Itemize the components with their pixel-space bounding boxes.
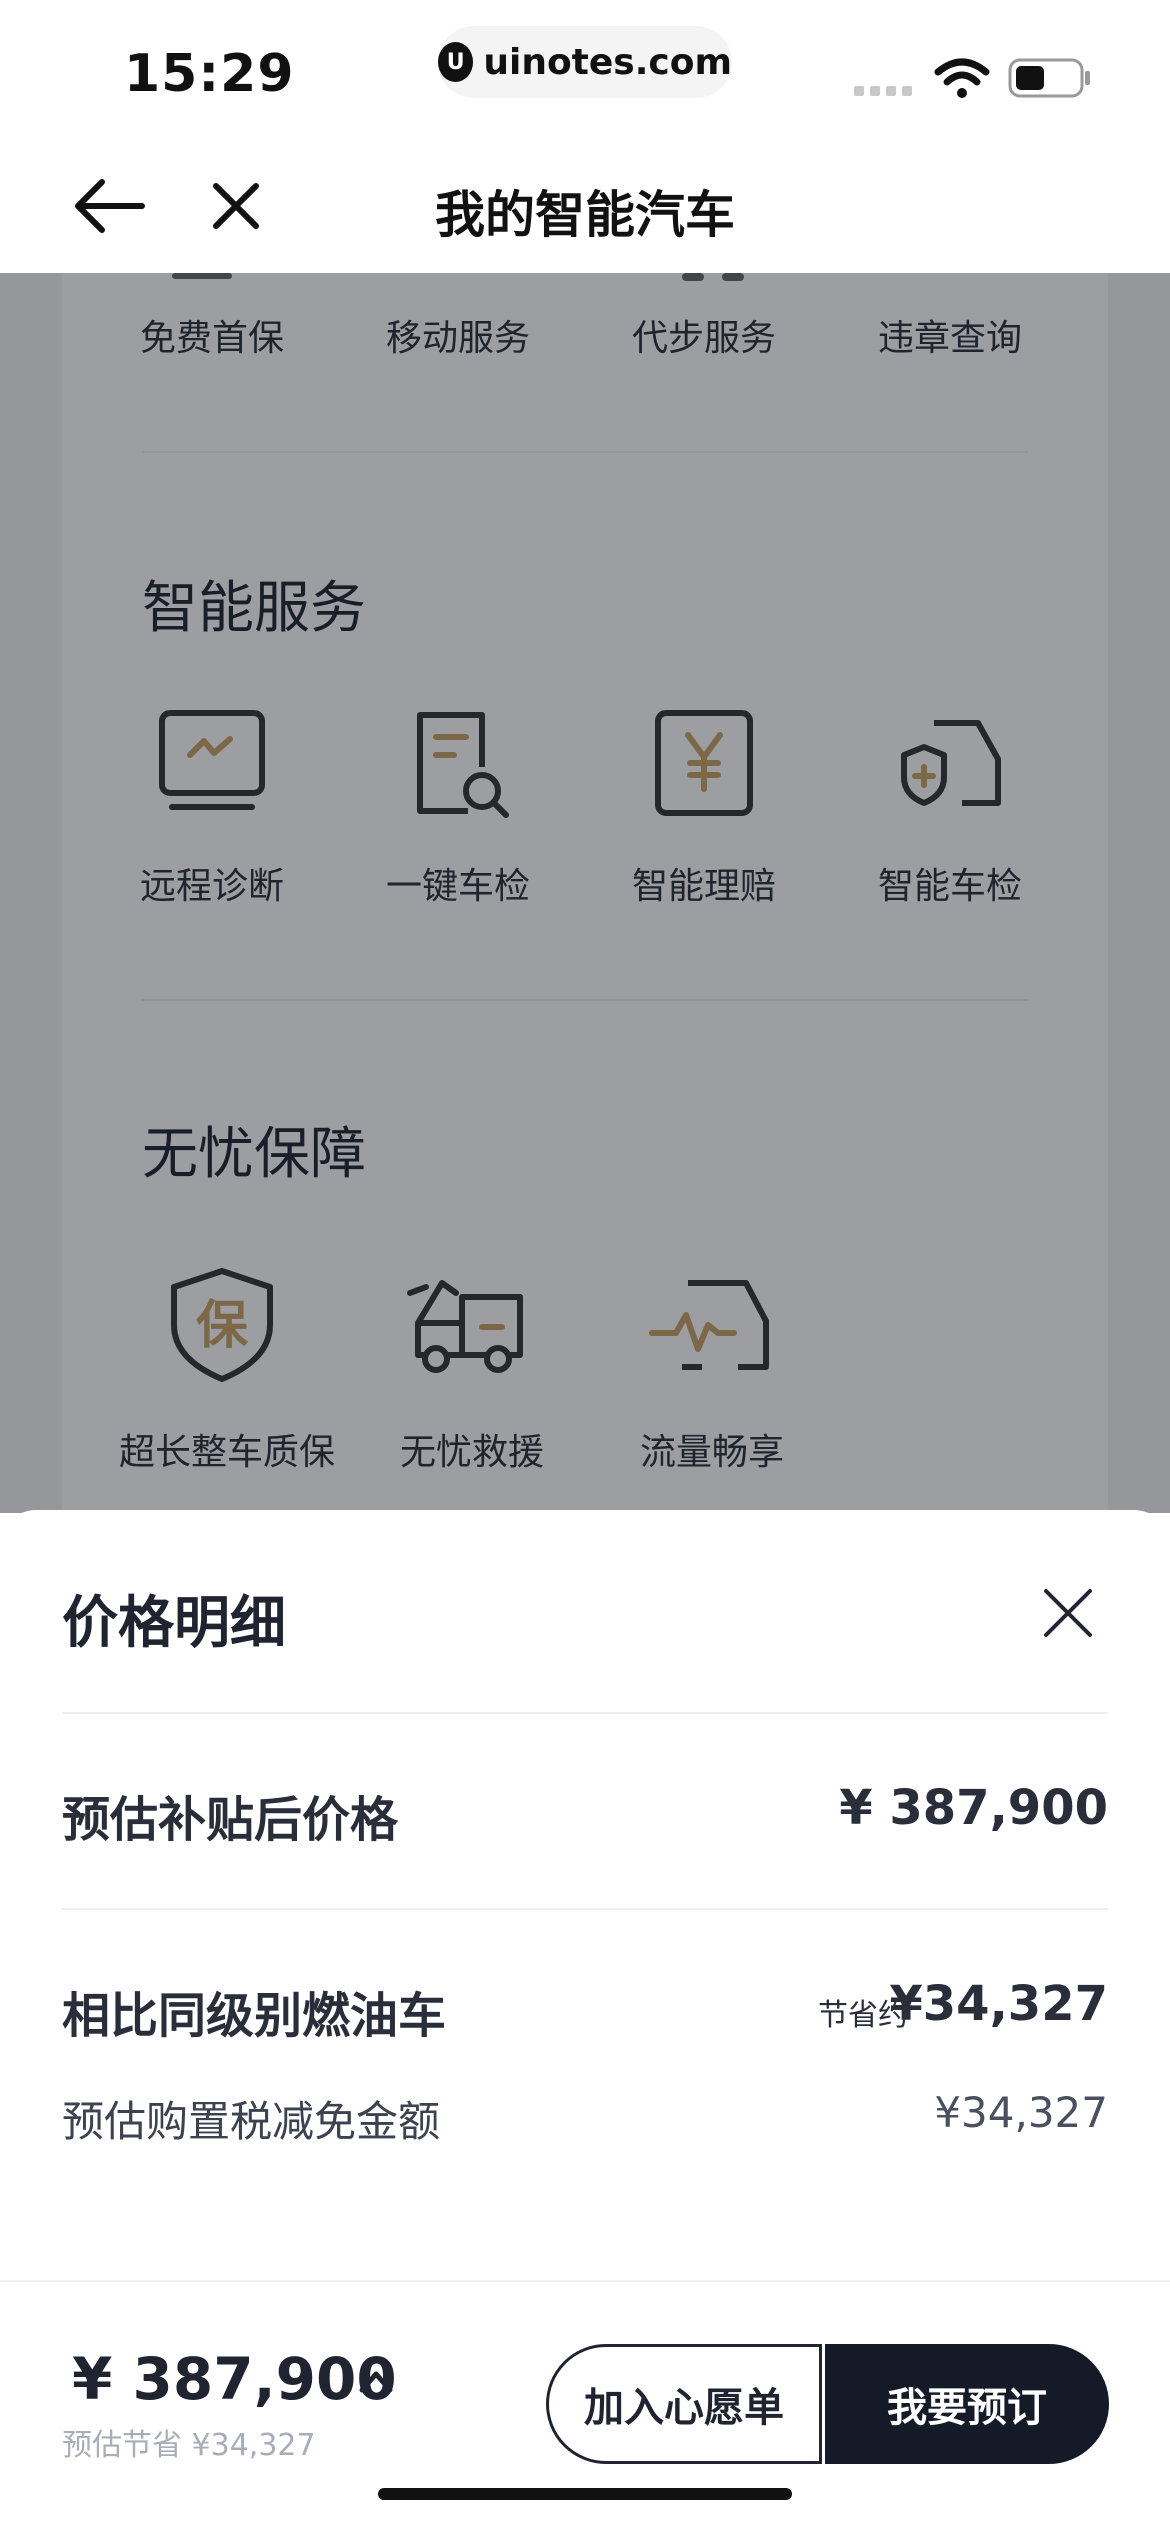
battery-icon — [1008, 58, 1090, 98]
footer-divider — [0, 2280, 1170, 2282]
page-title: 我的智能汽车 — [435, 186, 735, 244]
footer-price: ¥ 387,900 — [72, 2345, 397, 2413]
chevron-up-icon[interactable] — [358, 2366, 394, 2396]
footer-save-text: 预估节省 ¥34,327 — [62, 2428, 316, 2463]
divider — [62, 1712, 1108, 1714]
modal-overlay[interactable] — [0, 273, 1170, 1513]
wifi-icon — [934, 58, 990, 98]
add-to-wishlist-button[interactable]: 加入心愿单 — [546, 2344, 822, 2464]
reserve-button[interactable]: 我要预订 — [825, 2344, 1109, 2464]
sheet-title: 价格明细 — [62, 1591, 286, 1656]
compare-label: 相比同级别燃油车 — [62, 1988, 447, 2044]
tax-exemption-label: 预估购置税减免金额 — [62, 2097, 441, 2146]
subsidy-price-label: 预估补贴后价格 — [62, 1792, 399, 1848]
url-pill[interactable]: U uinotes.com — [438, 26, 732, 98]
status-time: 15:29 — [124, 44, 295, 104]
tax-exemption-value: ¥34,327 — [934, 2088, 1108, 2137]
cellular-signal-icon — [854, 86, 912, 96]
site-logo-icon: U — [438, 42, 474, 82]
home-indicator — [378, 2488, 792, 2500]
compare-value: ¥34,327 — [889, 1976, 1108, 2032]
url-text: uinotes.com — [483, 41, 732, 83]
divider — [62, 1908, 1108, 1910]
subsidy-price-value: ¥ 387,900 — [839, 1780, 1108, 1836]
close-icon[interactable] — [1040, 1585, 1096, 1641]
